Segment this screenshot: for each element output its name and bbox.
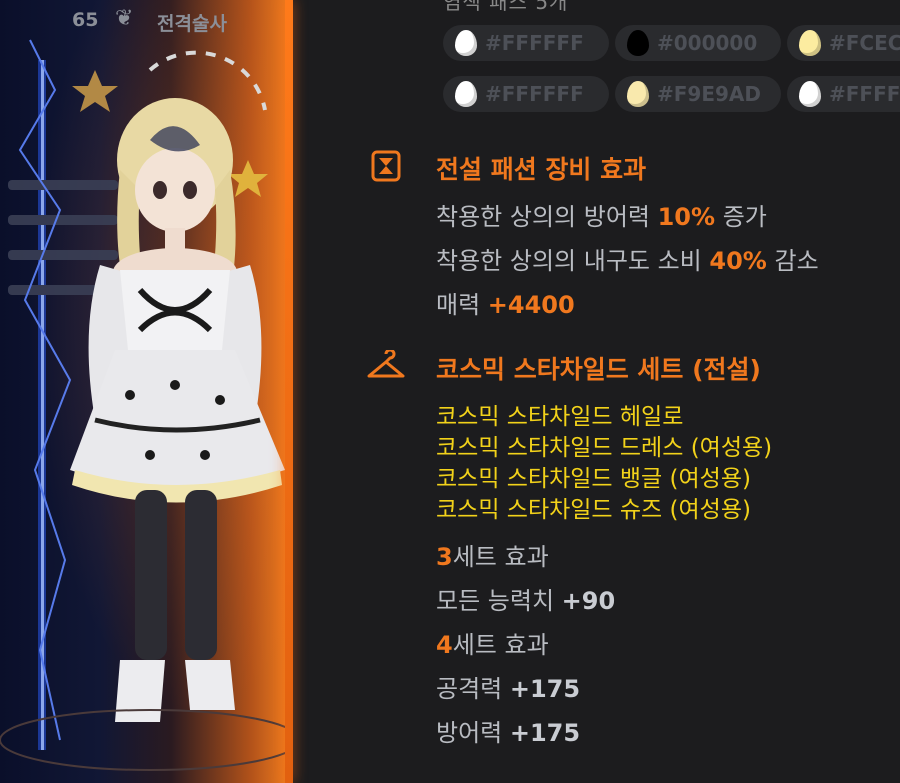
dye-swatch: #FFFF <box>787 76 900 112</box>
set-bonus-3-stat: 모든 능력치 +90 <box>436 587 616 615</box>
set-bonus-3-header: 3세트 효과 <box>436 543 549 571</box>
character-preview-panel: 65 ❦ 전격술사 <box>0 0 285 783</box>
hanger-icon <box>367 350 405 378</box>
dye-drop-icon <box>799 30 821 56</box>
set-bonus-4-stat: 공격력 +175 <box>436 675 581 703</box>
item-info-panel: 염색 패스 5개 #FFFFFF #000000 #FCEC #FFFFFF #… <box>293 0 900 783</box>
set-item: 코스믹 스타차일드 슈즈 (여성용) <box>436 497 751 523</box>
legend-effect-title: 전설 패션 장비 효과 <box>436 155 647 184</box>
dye-hex: #FFFFFF <box>485 31 584 55</box>
set-item: 코스믹 스타차일드 헤일로 <box>436 404 684 430</box>
hourglass-icon <box>371 150 401 182</box>
dye-hex: #FCEC <box>829 31 900 55</box>
dye-section-label: 염색 패스 5개 <box>443 0 569 14</box>
set-bonus-4-header: 4세트 효과 <box>436 631 549 659</box>
set-title: 코스믹 스타차일드 세트 (전설) <box>436 355 761 384</box>
dye-swatch: #000000 <box>615 25 781 61</box>
dye-drop-icon <box>627 30 649 56</box>
set-bonus-4-stat: 방어력 +175 <box>436 719 581 747</box>
dye-swatch: #F9E9AD <box>615 76 781 112</box>
dye-drop-icon <box>627 81 649 107</box>
legend-effect-line: 착용한 상의의 내구도 소비 40% 감소 <box>436 247 819 275</box>
dye-hex: #FFFFFF <box>485 82 584 106</box>
dye-swatch: #FFFFFF <box>443 25 609 61</box>
dye-swatch: #FCEC <box>787 25 900 61</box>
dye-drop-icon <box>455 30 477 56</box>
dye-swatch: #FFFFFF <box>443 76 609 112</box>
character-illustration <box>0 39 285 771</box>
set-item: 코스믹 스타차일드 뱅글 (여성용) <box>436 466 751 492</box>
dye-hex: #FFFF <box>829 82 900 106</box>
set-item: 코스믹 스타차일드 드레스 (여성용) <box>436 435 773 461</box>
dye-hex: #000000 <box>657 31 758 55</box>
dye-hex: #F9E9AD <box>657 82 761 106</box>
panel-divider <box>285 0 293 783</box>
dye-drop-icon <box>799 81 821 107</box>
legend-effect-line: 매력 +4400 <box>436 291 575 319</box>
legend-effect-line: 착용한 상의의 방어력 10% 증가 <box>436 203 767 231</box>
dye-drop-icon <box>455 81 477 107</box>
